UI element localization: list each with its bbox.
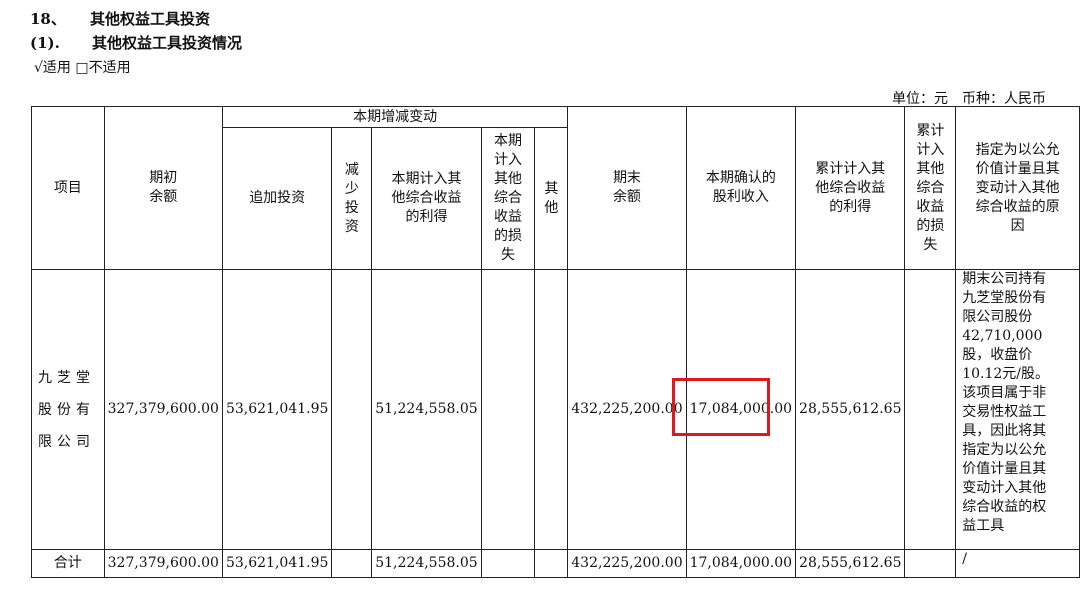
header-cumulative-loss: 累计 计入 其他 综合 收益 的损 失 (904, 106, 957, 270)
row-period-gain: 51,224,558.05 (371, 269, 482, 550)
header-additional-investment: 追加投资 (221, 127, 333, 270)
total-label: 合计 (31, 549, 105, 578)
unit-currency-line: 单位：元 币种：人民币 (892, 91, 1046, 107)
not-applicable-checkbox: □不适用 (75, 60, 131, 76)
row-item-name: 九芝堂 股份有 限公司 (31, 269, 105, 550)
header-opening-balance: 期初 余额 (103, 106, 223, 270)
header-period-change: 本期增减变动 (221, 106, 569, 128)
section-number: 18、 (30, 10, 66, 28)
section-title: 其他权益工具投资 (90, 10, 211, 28)
row-cumulative-gain: 28,555,612.65 (795, 269, 906, 550)
total-additional-investment: 53,621,041.95 (221, 549, 333, 578)
header-other: 其 他 (534, 127, 569, 270)
subsection-title: 其他权益工具投资情况 (92, 34, 243, 52)
row-other (534, 269, 569, 550)
applicable-checked: √适用 (34, 60, 71, 76)
total-dividend-income: 17,084,000.00 (685, 549, 797, 578)
header-period-loss: 本期 计入 其他 综合 收益 的损 失 (480, 127, 536, 270)
header-dividend-income: 本期确认的 股利收入 (685, 106, 797, 270)
header-item: 项目 (31, 106, 105, 270)
section-heading: 18、 其他权益工具投资 (30, 8, 210, 29)
header-closing-balance: 期末 余额 (567, 106, 687, 270)
row-additional-investment: 53,621,041.95 (221, 269, 333, 550)
total-designation-reason: / (955, 549, 1080, 578)
total-closing-balance: 432,225,200.00 (567, 549, 687, 578)
row-period-loss (480, 269, 536, 550)
subsection-number: (1). (30, 34, 60, 52)
table-row: 九芝堂 股份有 限公司 327,379,600.00 53,621,041.95… (31, 269, 1080, 550)
header-designation-reason: 指定为以公允 价值计量且其 变动计入其他 综合收益的原 因 (955, 106, 1080, 270)
total-other (534, 549, 569, 578)
applicability-line: √适用 □不适用 (34, 57, 131, 77)
total-cumulative-gain: 28,555,612.65 (795, 549, 906, 578)
row-closing-balance: 432,225,200.00 (567, 269, 687, 550)
table-row-total: 合计 327,379,600.00 53,621,041.95 51,224,5… (31, 549, 1080, 578)
total-opening-balance: 327,379,600.00 (103, 549, 223, 578)
header-reduced-investment: 减 少 投 资 (331, 127, 373, 270)
dividend-highlight-box (672, 378, 770, 436)
subsection-heading: (1). 其他权益工具投资情况 (30, 32, 242, 53)
header-cumulative-gain: 累计计入其 他综合收益 的利得 (795, 106, 906, 270)
header-period-gain: 本期计入其 他综合收益 的利得 (371, 127, 482, 270)
total-period-loss (480, 549, 536, 578)
total-reduced-investment (331, 549, 373, 578)
row-opening-balance: 327,379,600.00 (103, 269, 223, 550)
total-cumulative-loss (904, 549, 957, 578)
equity-investment-table: 项目 期初 余额 本期增减变动 期末 余额 本期确认的 股利收入 累计计入其 他… (31, 106, 1080, 578)
total-period-gain: 51,224,558.05 (371, 549, 482, 578)
row-cumulative-loss (904, 269, 957, 550)
row-reduced-investment (331, 269, 373, 550)
row-designation-reason: 期末公司持有 九芝堂股份有 限公司股份 42,710,000 股，收盘价 10.… (955, 269, 1080, 550)
